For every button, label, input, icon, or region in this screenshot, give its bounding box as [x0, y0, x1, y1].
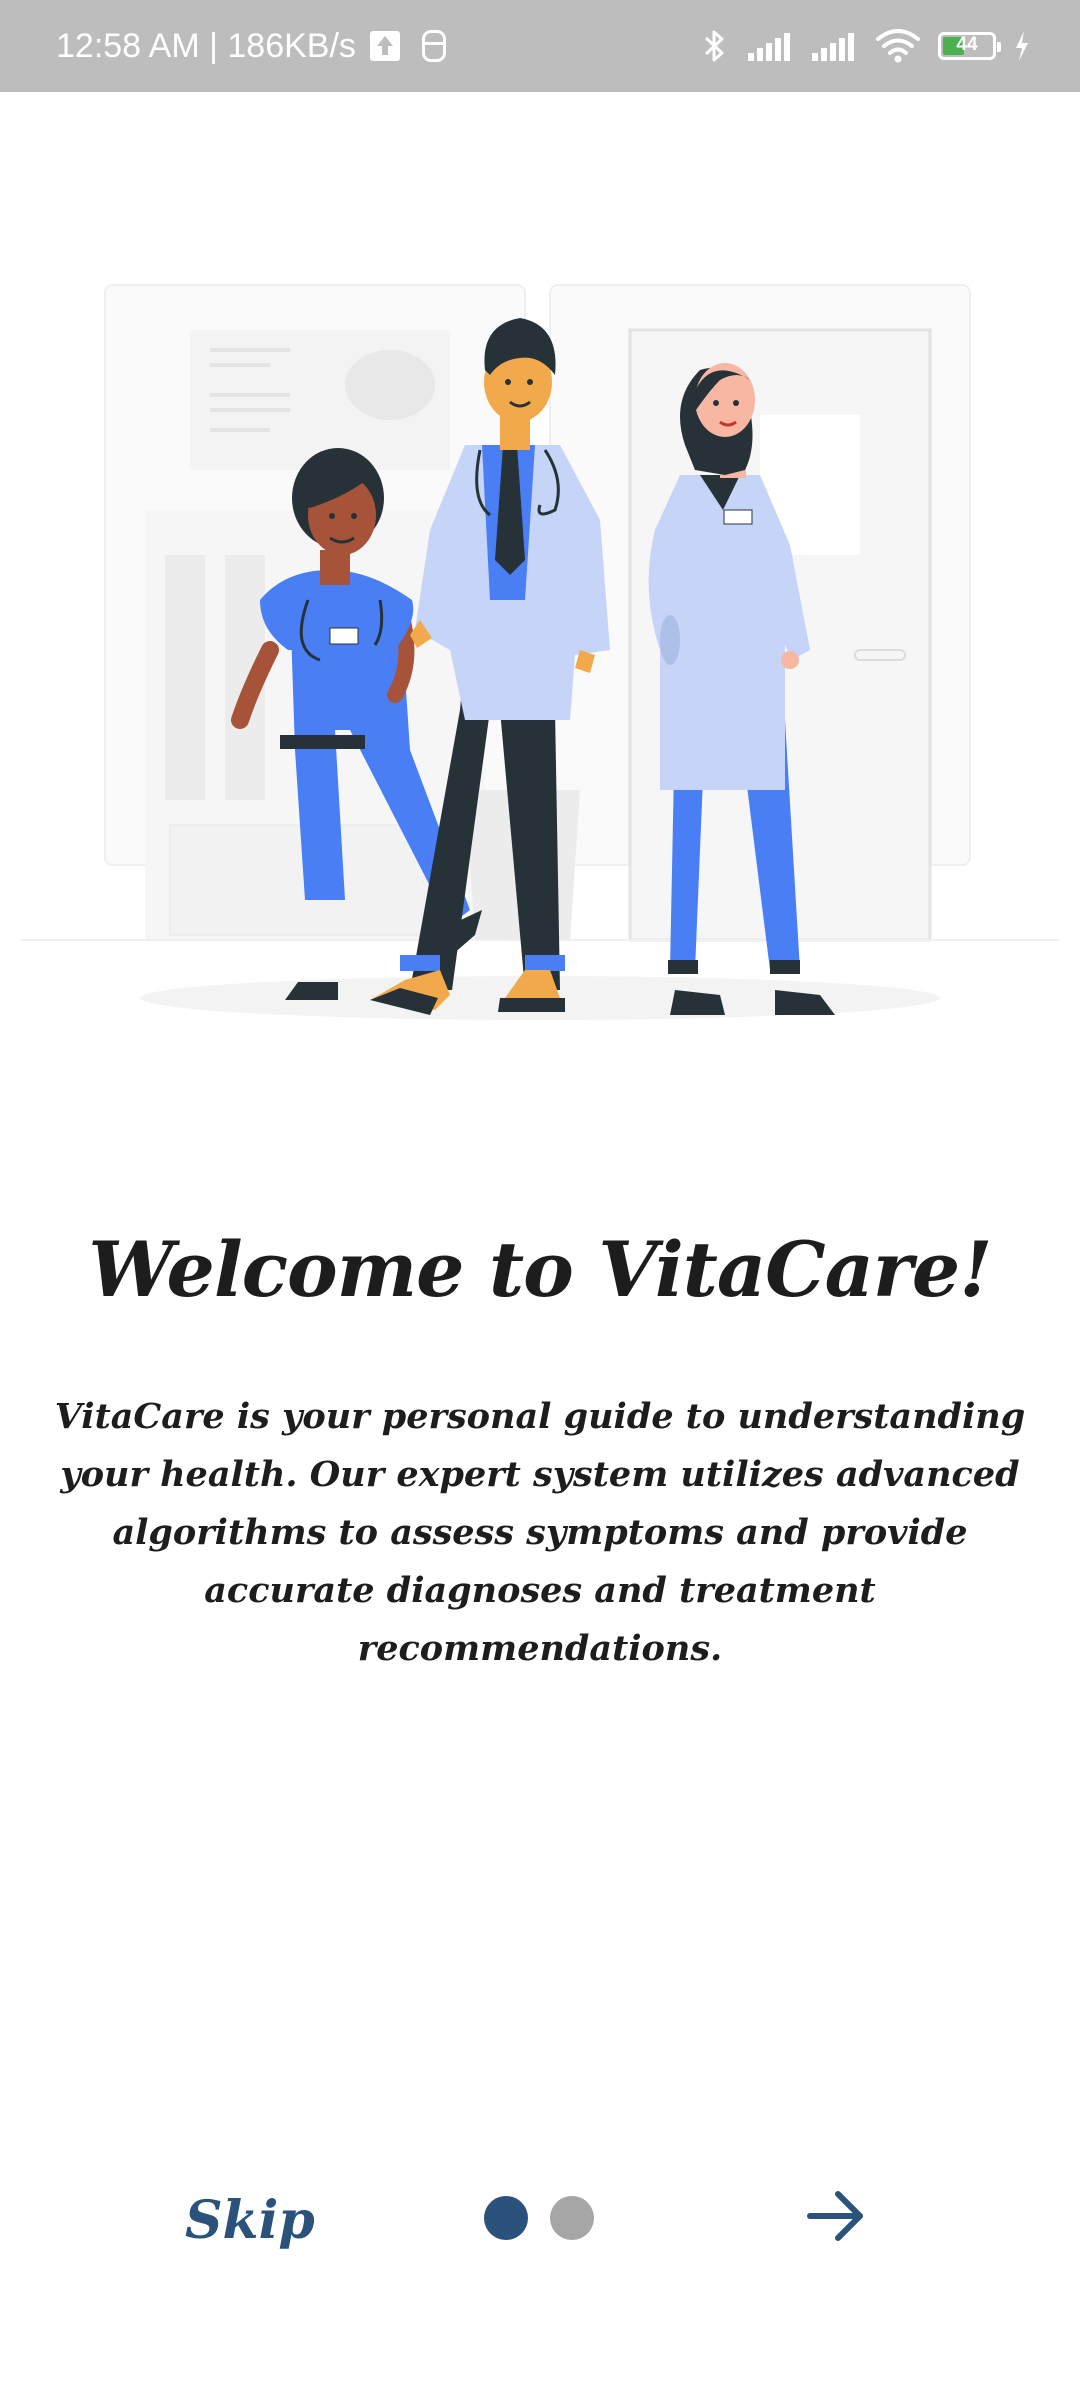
- page-title: Welcome to VitaCare!: [88, 1225, 992, 1314]
- charging-icon: [1016, 31, 1028, 61]
- onboarding-description: VitaCare is your personal guide to under…: [54, 1396, 1026, 1669]
- page-dot: [550, 2196, 594, 2240]
- signal-icon: [748, 31, 794, 61]
- next-button[interactable]: [800, 2180, 872, 2252]
- status-right: 44: [700, 0, 1030, 92]
- battery-level: 44: [956, 34, 978, 55]
- status-left: 12:58 AM | 186KB/s: [56, 0, 446, 92]
- status-bar: 12:58 AM | 186KB/s 44: [0, 0, 1080, 92]
- arrow-right-icon: [807, 2191, 863, 2241]
- wifi-icon: [876, 29, 920, 63]
- page-indicator: [484, 2196, 594, 2240]
- battery-icon: 44: [938, 32, 1001, 60]
- signal-icon: [812, 31, 858, 61]
- upload-icon: [369, 31, 400, 61]
- status-time-speed: 12:58 AM | 186KB/s: [56, 26, 356, 65]
- mouse-icon: [421, 30, 446, 62]
- page-dot-active: [484, 2196, 528, 2240]
- bluetooth-icon: [704, 30, 724, 62]
- skip-button[interactable]: Skip: [185, 2190, 315, 2251]
- doctors-illustration: [20, 284, 1060, 1020]
